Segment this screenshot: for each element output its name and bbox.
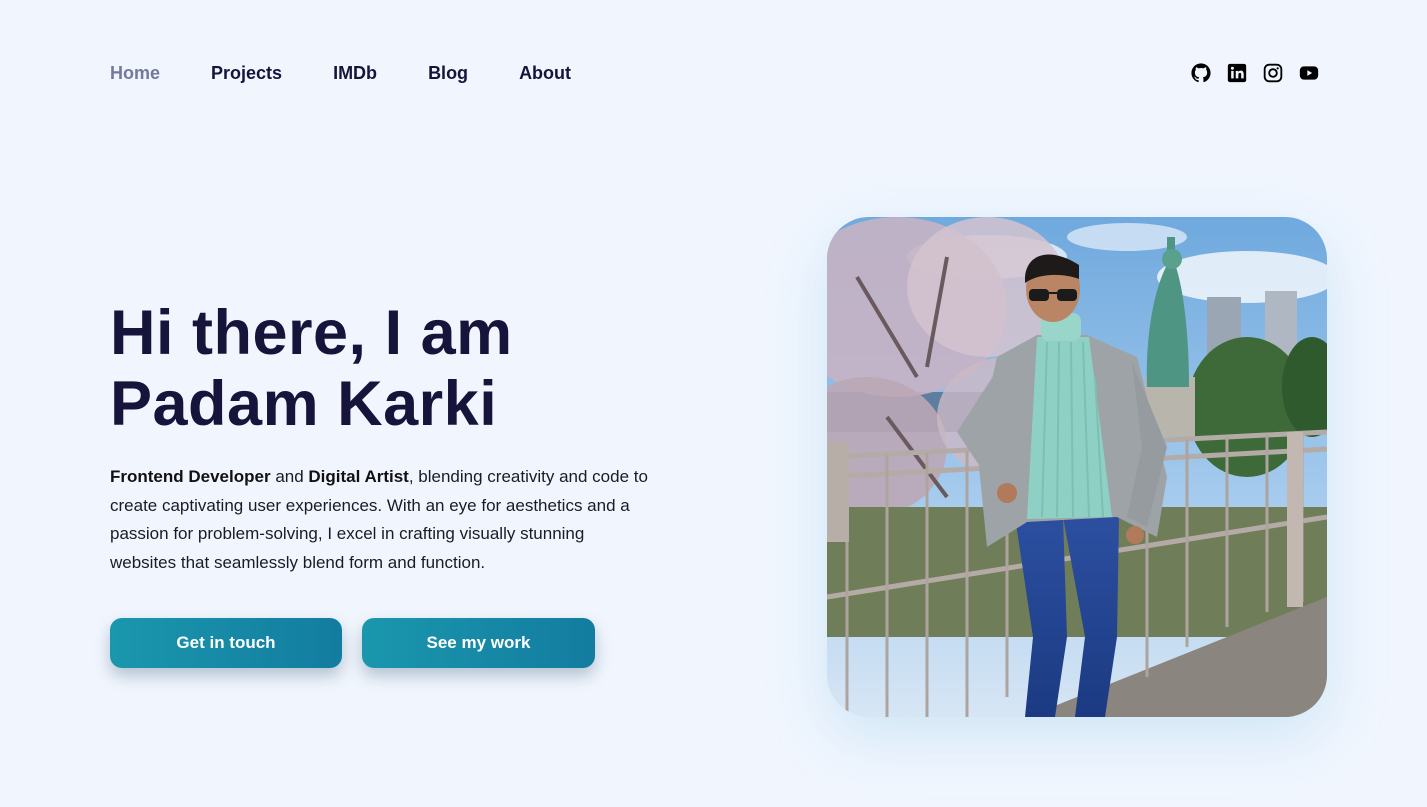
bio-join: and [270,467,309,486]
nav-blog-link[interactable]: Blog [428,62,468,84]
hero-title-line-1: Hi there, I am [110,298,513,368]
bio-role-artist: Digital Artist [308,467,409,486]
youtube-icon[interactable] [1299,63,1319,83]
linkedin-icon[interactable] [1227,63,1247,83]
nav-home-link[interactable]: Home [110,62,160,84]
nav-projects-link[interactable]: Projects [211,62,282,84]
hero-bio: Frontend Developer and Digital Artist, b… [110,463,655,578]
bio-role-frontend: Frontend Developer [110,467,271,486]
get-in-touch-button[interactable]: Get in touch [110,618,342,668]
main-nav: Home Projects IMDb Blog About [110,62,571,84]
social-links [1191,63,1319,83]
profile-photo [827,217,1327,717]
hero-title: Hi there, I am Padam Karki [110,298,513,440]
nav-about-link[interactable]: About [519,62,571,84]
github-icon[interactable] [1191,63,1211,83]
see-my-work-button[interactable]: See my work [362,618,595,668]
hero-title-line-2: Padam Karki [110,369,498,439]
instagram-icon[interactable] [1263,63,1283,83]
nav-imdb-link[interactable]: IMDb [333,62,377,84]
